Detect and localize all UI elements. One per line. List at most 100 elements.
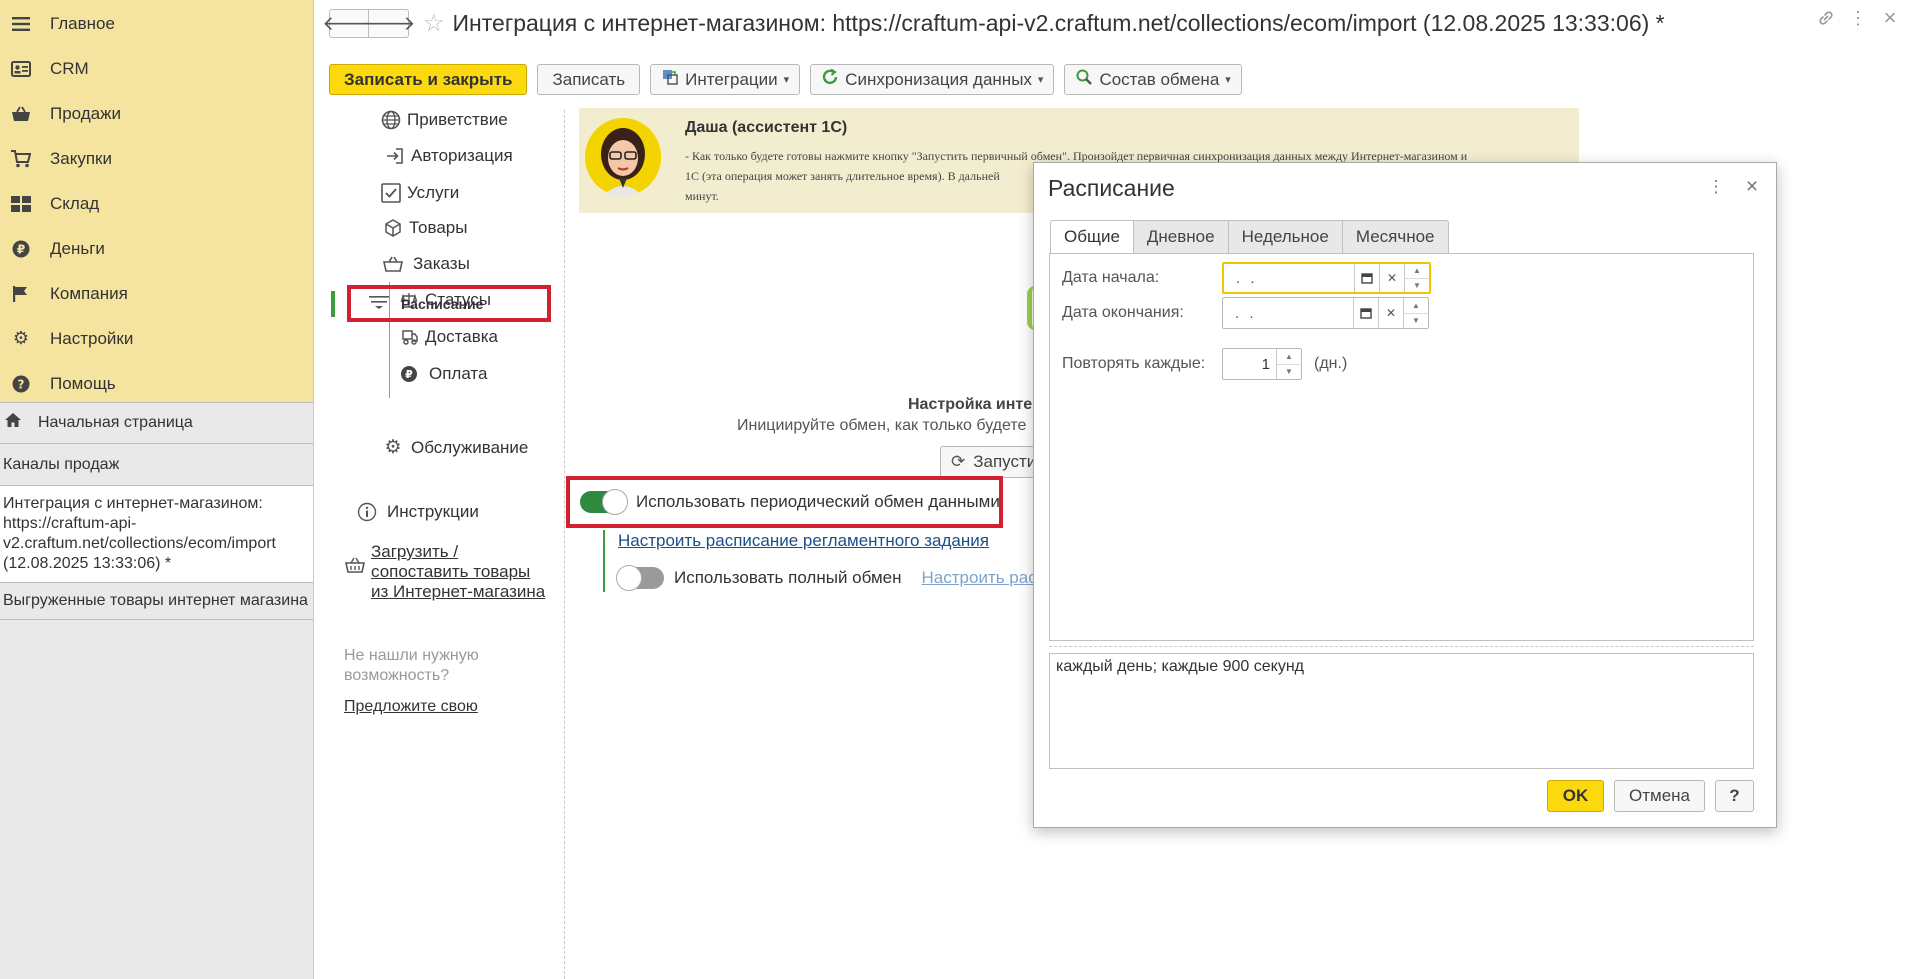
forward-button[interactable]: 🡒 xyxy=(362,8,415,38)
nav-payment[interactable]: ₽ Оплата xyxy=(397,364,487,384)
section-label: Склад xyxy=(50,193,100,213)
calendar-icon[interactable] xyxy=(1354,264,1379,292)
nav-delivery[interactable]: Доставка xyxy=(397,327,498,347)
setup-title: Настройка инте xyxy=(908,396,1033,413)
nav-instructions[interactable]: Инструкции xyxy=(355,502,479,522)
nav-label: Товары xyxy=(409,218,468,237)
open-window-item[interactable]: Выгруженные товары интернет магазина xyxy=(0,583,313,620)
end-date-value[interactable]: . . xyxy=(1223,298,1353,328)
chevron-down-icon: ▾ xyxy=(1037,74,1044,86)
nav-label: Приветствие xyxy=(407,110,508,129)
close-icon[interactable]: × xyxy=(1740,175,1764,199)
save-and-close-button[interactable]: Записать и закрыть xyxy=(329,64,528,95)
periodic-exchange-toggle[interactable] xyxy=(580,489,628,515)
stepper-down-icon[interactable]: ▼ xyxy=(1405,279,1429,293)
date-stepper: ▲ ▼ xyxy=(1404,264,1429,292)
tab-daily[interactable]: Дневное xyxy=(1133,220,1229,254)
section-main[interactable]: Главное xyxy=(0,1,313,46)
section-company[interactable]: Компания xyxy=(0,271,313,316)
integrations-button[interactable]: Интеграции ▾ xyxy=(650,64,801,95)
ruble-icon: ₽ xyxy=(10,238,32,260)
full-exchange-label: Использовать полный обмен xyxy=(674,568,902,587)
section-label: Главное xyxy=(50,13,115,33)
section-money[interactable]: ₽ Деньги xyxy=(0,226,313,271)
section-settings[interactable]: ⚙ Настройки xyxy=(0,316,313,361)
box-icon xyxy=(381,218,405,238)
exchange-content-label: Состав обмена xyxy=(1099,69,1220,89)
nav-orders[interactable]: Заказы xyxy=(381,254,470,274)
home-icon xyxy=(4,412,24,434)
services-icon xyxy=(379,182,403,204)
chevron-down-icon: ▾ xyxy=(1225,74,1231,86)
nav-load-goods[interactable]: Загрузить / сопоставить товары из Интерн… xyxy=(343,542,545,602)
command-bar: Записать и закрыть Записать Интеграции ▾… xyxy=(329,64,1242,96)
clear-icon[interactable]: ✕ xyxy=(1378,298,1403,328)
end-date-row: Дата окончания: . . ✕ ▲ ▼ xyxy=(1062,297,1429,329)
section-purchases[interactable]: Закупки xyxy=(0,136,313,181)
nav-maintenance[interactable]: ⚙ Обслуживание xyxy=(381,436,528,459)
section-label: Деньги xyxy=(50,238,105,258)
schedule-dialog: Расписание ⋮ × Общие Дневное Недельное М… xyxy=(1033,162,1777,828)
close-icon[interactable]: × xyxy=(1876,4,1904,32)
stepper-up-icon[interactable]: ▲ xyxy=(1277,349,1301,365)
suggest-feature-link[interactable]: Предложите свою xyxy=(344,698,478,716)
nav-goods[interactable]: Товары xyxy=(381,218,467,238)
info-icon xyxy=(355,502,379,522)
assistant-name: Даша (ассистент 1С) xyxy=(685,119,848,136)
section-warehouse[interactable]: Склад xyxy=(0,181,313,226)
nav-welcome[interactable]: Приветствие xyxy=(379,110,508,130)
nav-label: Расписание xyxy=(401,295,484,312)
not-found-text: Не нашли нужную возможность? xyxy=(344,646,479,686)
start-label: Запусти xyxy=(973,452,1037,471)
ruble-icon: ₽ xyxy=(397,365,421,383)
cancel-button[interactable]: Отмена xyxy=(1614,780,1705,812)
dialog-title: Расписание xyxy=(1048,175,1175,201)
home-label: Начальная страница xyxy=(38,414,193,431)
stepper-down-icon[interactable]: ▼ xyxy=(1404,314,1428,329)
schedule-summary: каждый день; каждые 900 секунд xyxy=(1049,653,1754,769)
exchange-search-icon xyxy=(1075,68,1093,91)
ok-button[interactable]: OK xyxy=(1547,780,1604,812)
configure-schedule-link[interactable]: Настроить расписание регламентного задан… xyxy=(618,531,989,551)
end-date-field[interactable]: . . ✕ ▲ ▼ xyxy=(1222,297,1429,329)
repeat-days-field[interactable]: 1 ▲ ▼ xyxy=(1222,348,1302,380)
data-sync-button[interactable]: Синхронизация данных ▾ xyxy=(810,64,1055,95)
home-page-item[interactable]: Начальная страница xyxy=(0,402,313,444)
nav-label: Заказы xyxy=(413,254,470,273)
section-label: CRM xyxy=(50,58,89,78)
calendar-icon[interactable] xyxy=(1353,298,1378,328)
nav-schedule[interactable]: Расписание xyxy=(347,285,551,322)
section-sales[interactable]: Продажи xyxy=(0,91,313,136)
schedule-tabs: Общие Дневное Недельное Месячное xyxy=(1050,220,1449,254)
stepper-up-icon[interactable]: ▲ xyxy=(1405,264,1429,279)
favorite-star-icon[interactable]: ☆ xyxy=(423,9,445,38)
nav-label: Авторизация xyxy=(411,146,513,165)
stepper-up-icon[interactable]: ▲ xyxy=(1404,298,1428,314)
more-options-icon[interactable]: ⋮ xyxy=(1844,4,1872,32)
open-window-item[interactable]: Каналы продаж xyxy=(0,444,313,486)
help-button[interactable]: ? xyxy=(1715,780,1754,812)
chevron-down-icon: ▾ xyxy=(783,74,790,86)
stepper-down-icon[interactable]: ▼ xyxy=(1277,365,1301,380)
tab-monthly[interactable]: Месячное xyxy=(1342,220,1449,254)
full-exchange-toggle[interactable] xyxy=(616,565,664,591)
start-initial-exchange-button[interactable]: ⟳ Запусти xyxy=(940,446,1048,478)
section-help[interactable]: ? Помощь xyxy=(0,361,313,406)
link-icon[interactable] xyxy=(1812,4,1840,32)
repeat-days-value[interactable]: 1 xyxy=(1223,349,1276,379)
exchange-content-button[interactable]: Состав обмена ▾ xyxy=(1064,64,1242,95)
clear-icon[interactable]: ✕ xyxy=(1379,264,1404,292)
repeat-label: Повторять каждые: xyxy=(1062,355,1206,372)
nav-services[interactable]: Услуги xyxy=(379,182,459,204)
refresh-icon: ⟳ xyxy=(951,452,966,471)
open-window-item-current[interactable]: Интеграция с интернет-магазином: https:/… xyxy=(0,486,313,583)
nav-label: Обслуживание xyxy=(411,437,529,457)
start-date-field[interactable]: . . ✕ ▲ ▼ xyxy=(1222,262,1431,294)
more-options-icon[interactable]: ⋮ xyxy=(1706,177,1726,197)
nav-authorization[interactable]: Авторизация xyxy=(383,146,513,166)
section-crm[interactable]: CRM xyxy=(0,46,313,91)
start-date-value[interactable]: . . xyxy=(1224,264,1354,292)
tab-weekly[interactable]: Недельное xyxy=(1228,220,1343,254)
save-button[interactable]: Записать xyxy=(537,64,641,95)
tab-general[interactable]: Общие xyxy=(1050,220,1134,254)
